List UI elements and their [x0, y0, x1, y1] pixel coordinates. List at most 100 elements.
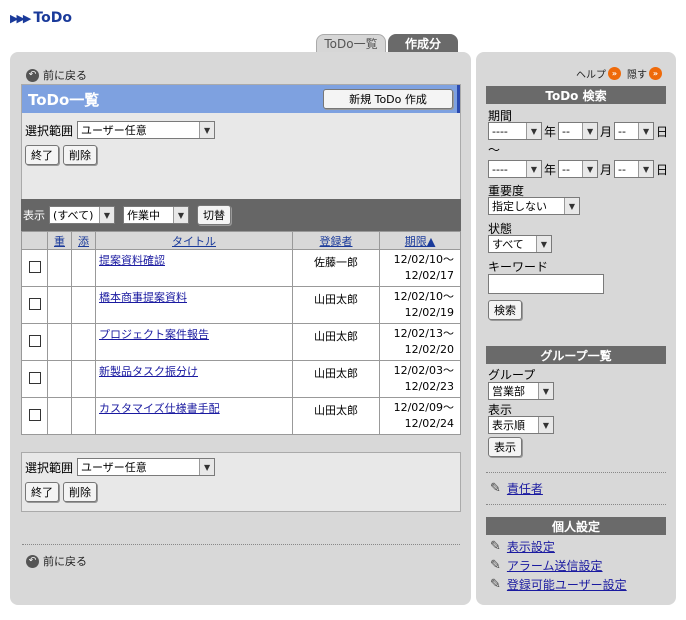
period-from-row: ---- ▼ 年 -- ▼ 月 -- ▼ 日 [488, 122, 668, 140]
back-link-top[interactable]: ↶ 前に戻る [26, 67, 87, 83]
search-button[interactable]: 検索 [488, 300, 522, 320]
chevron-down-icon: ▼ [199, 122, 215, 138]
bottom-range-select[interactable]: ユーザー任意 ▼ [77, 458, 216, 476]
pencil-icon: ✎ [490, 481, 501, 496]
side-status-select[interactable]: すべて ▼ [488, 235, 552, 253]
finish-button[interactable]: 終了 [25, 145, 59, 165]
row-priority [47, 323, 72, 361]
display-select[interactable]: 表示順 ▼ [488, 416, 554, 434]
new-todo-button[interactable]: 新規 ToDo 作成 [323, 89, 453, 109]
attach-sort-link[interactable]: 添 [78, 235, 89, 248]
todo-list-header: ToDo一覧 新規 ToDo 作成 [22, 85, 460, 113]
row-checkbox[interactable] [28, 334, 41, 347]
row-title-link[interactable]: カスタマイズ仕様書手配 [99, 402, 220, 415]
row-registrant: 山田太郎 [292, 286, 380, 324]
tab-todo-list[interactable]: ToDo一覧 [316, 34, 386, 52]
row-attach [71, 360, 96, 398]
keyword-input[interactable] [488, 274, 604, 294]
importance-select[interactable]: 指定しない ▼ [488, 197, 580, 215]
bottom-delete-button[interactable]: 削除 [63, 482, 97, 502]
to-year-select[interactable]: ---- ▼ [488, 160, 542, 178]
page-title-text: ToDo [33, 10, 72, 26]
delete-button[interactable]: 削除 [63, 145, 97, 165]
bottom-finish-button[interactable]: 終了 [25, 482, 59, 502]
header-due[interactable]: 期限▲ [379, 231, 461, 250]
row-due-start: 12/02/09～ [393, 401, 454, 414]
due-sort-link[interactable]: 期限▲ [405, 235, 435, 248]
row-checkbox[interactable] [28, 260, 41, 273]
back-link-bottom[interactable]: ↶ 前に戻る [26, 553, 87, 569]
row-priority [47, 249, 72, 287]
registrant-sort-link[interactable]: 登録者 [320, 235, 353, 248]
row-title-link[interactable]: 橋本商事提案資料 [99, 291, 187, 304]
help-link[interactable]: ヘルプ » [576, 66, 621, 81]
help-arrow-icon: » [608, 67, 621, 80]
table-row: プロジェクト案件報告 山田太郎 12/02/13～ 12/02/20 [21, 323, 461, 361]
chevron-down-icon: ▼ [582, 123, 598, 139]
to-day-select[interactable]: -- ▼ [614, 160, 655, 178]
from-day-value: -- [618, 124, 626, 138]
row-due-start: 12/02/10～ [393, 253, 454, 266]
group-value: 営業部 [492, 385, 525, 398]
row-title-cell: 橋本商事提案資料 [95, 286, 293, 324]
group-select[interactable]: 営業部 ▼ [488, 382, 554, 400]
row-due-start: 12/02/03～ [393, 364, 454, 377]
row-title-link[interactable]: プロジェクト案件報告 [99, 328, 209, 341]
bottom-range-row: 選択範囲 ユーザー任意 ▼ [25, 458, 460, 476]
row-title-link[interactable]: 提案資料確認 [99, 254, 165, 267]
responsible-link[interactable]: ✎ 責任者 [490, 480, 543, 497]
from-month-select[interactable]: -- ▼ [558, 122, 599, 140]
table-row: 提案資料確認 佐藤一郎 12/02/10～ 12/02/17 [21, 249, 461, 287]
row-attach [71, 249, 96, 287]
row-priority [47, 360, 72, 398]
header-title[interactable]: タイトル [95, 231, 293, 250]
row-attach [71, 286, 96, 324]
status-select[interactable]: 作業中 ▼ [123, 206, 189, 224]
status-select-value: 作業中 [127, 209, 160, 222]
action-row: 終了 削除 [25, 145, 460, 165]
bottom-action-box: 選択範囲 ユーザー任意 ▼ 終了 削除 [21, 452, 461, 512]
user-settings-label[interactable]: 登録可能ユーザー設定 [507, 576, 627, 593]
row-checkbox[interactable] [28, 371, 41, 384]
range-select[interactable]: ユーザー任意 ▼ [77, 121, 216, 139]
row-title-link[interactable]: 新製品タスク振分け [99, 365, 198, 378]
tab-created[interactable]: 作成分 [388, 34, 458, 52]
switch-button[interactable]: 切替 [197, 205, 231, 225]
row-title-cell: カスタマイズ仕様書手配 [95, 397, 293, 435]
row-due-start: 12/02/13～ [393, 327, 454, 340]
year-unit: 年 [544, 124, 557, 139]
row-checkbox[interactable] [28, 408, 41, 421]
scope-select[interactable]: (すべて) ▼ [49, 206, 115, 224]
priority-sort-link[interactable]: 重 [54, 235, 65, 248]
to-month-select[interactable]: -- ▼ [558, 160, 599, 178]
row-checkbox[interactable] [28, 297, 41, 310]
display-settings-link[interactable]: ✎ 表示設定 [490, 538, 555, 555]
row-registrant: 佐藤一郎 [292, 249, 380, 287]
row-checkbox-cell [21, 286, 48, 324]
header-attach[interactable]: 添 [71, 231, 96, 250]
chevron-down-icon: ▼ [526, 123, 541, 139]
table-header-row: 重 添 タイトル 登録者 期限▲ [21, 231, 461, 250]
alarm-settings-link[interactable]: ✎ アラーム送信設定 [490, 557, 603, 574]
alarm-settings-label[interactable]: アラーム送信設定 [507, 557, 603, 574]
title-sort-link[interactable]: タイトル [172, 235, 216, 248]
row-due-end: 12/02/23 [404, 380, 454, 393]
header-registrant[interactable]: 登録者 [292, 231, 380, 250]
from-day-select[interactable]: -- ▼ [614, 122, 655, 140]
day-unit: 日 [656, 162, 669, 177]
search-header: ToDo 検索 [486, 86, 666, 104]
back-arrow-icon: ↶ [26, 554, 39, 568]
period-to-row: ---- ▼ 年 -- ▼ 月 -- ▼ 日 [488, 160, 668, 178]
row-due: 12/02/03～ 12/02/23 [379, 360, 461, 398]
hide-link[interactable]: 隠す » [627, 66, 662, 81]
responsible-link-label[interactable]: 責任者 [507, 480, 543, 497]
user-settings-link[interactable]: ✎ 登録可能ユーザー設定 [490, 576, 627, 593]
display-settings-label[interactable]: 表示設定 [507, 538, 555, 555]
header-priority[interactable]: 重 [47, 231, 72, 250]
from-year-select[interactable]: ---- ▼ [488, 122, 542, 140]
range-row: 選択範囲 ユーザー任意 ▼ [25, 121, 460, 139]
row-title-cell: プロジェクト案件報告 [95, 323, 293, 361]
display-button[interactable]: 表示 [488, 437, 522, 457]
table-row: 橋本商事提案資料 山田太郎 12/02/10～ 12/02/19 [21, 286, 461, 324]
pencil-icon: ✎ [490, 577, 501, 592]
